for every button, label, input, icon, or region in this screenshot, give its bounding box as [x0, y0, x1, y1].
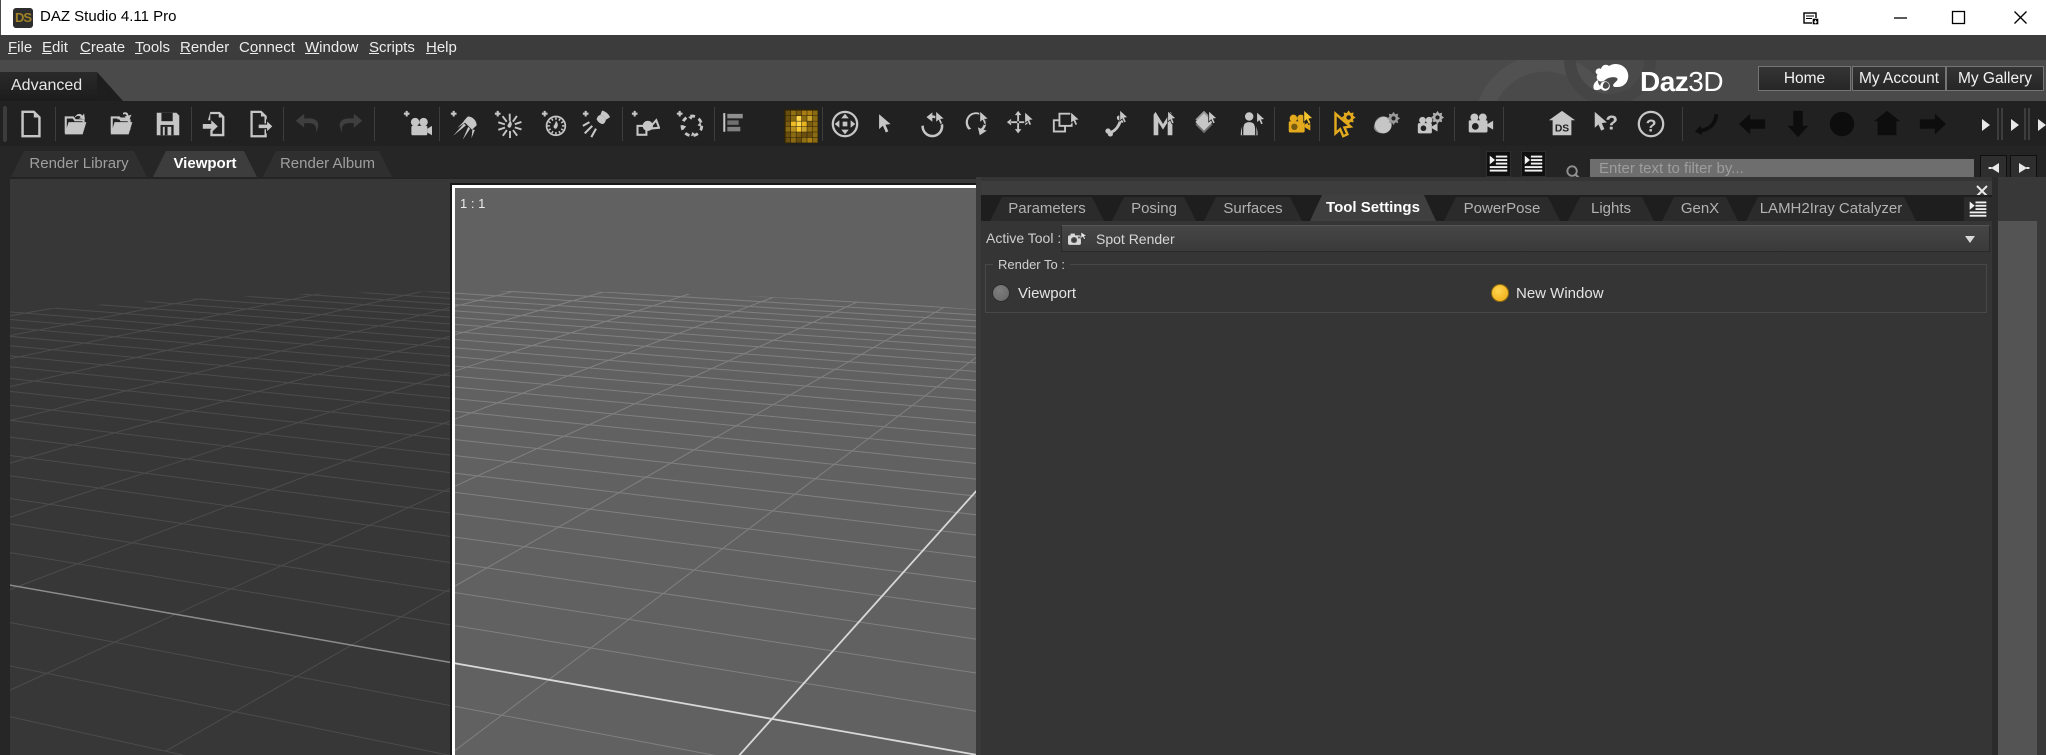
svg-text:?: ?	[1646, 116, 1657, 136]
svg-text:DS: DS	[1555, 124, 1569, 135]
svg-text:?: ?	[1605, 112, 1618, 135]
